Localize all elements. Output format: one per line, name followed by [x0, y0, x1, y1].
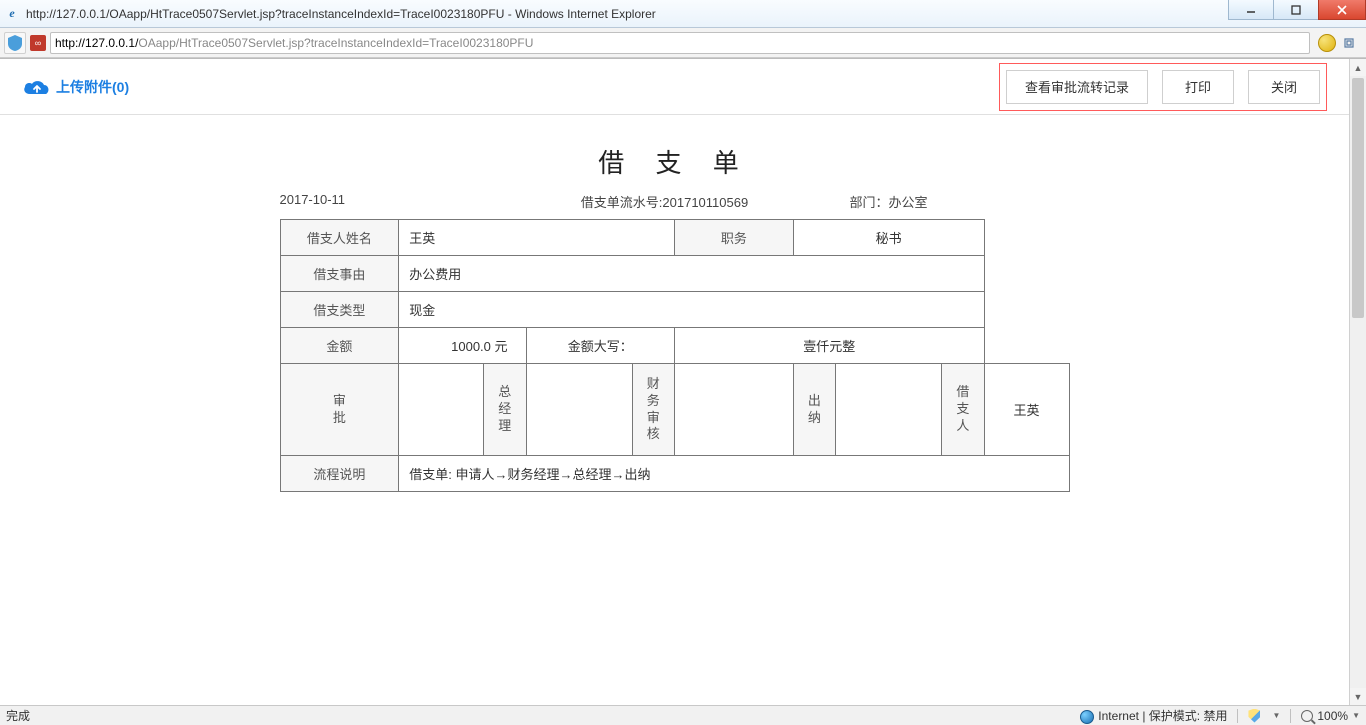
- address-bar: ∞ http://127.0.0.1/OAapp/HtTrace0507Serv…: [0, 28, 1366, 58]
- upload-label: 上传附件(0): [56, 77, 129, 97]
- separator: [1290, 709, 1291, 723]
- cloud-upload-icon: [22, 78, 48, 96]
- scroll-down-arrow[interactable]: ▼: [1350, 688, 1366, 705]
- value-reason: 办公费用: [399, 256, 984, 292]
- magnifier-icon: [1301, 710, 1313, 722]
- label-gm: 总经理: [484, 364, 526, 456]
- table-row: 审批 总经理 财务审核 出纳 借支人王英: [280, 364, 1069, 456]
- url-host: http://127.0.0.1/: [55, 36, 138, 50]
- label-flow: 流程说明: [280, 456, 399, 492]
- scroll-track[interactable]: [1350, 76, 1366, 688]
- form-container: 借 支 单 2017-10-11 借支单流水号:201710110569 部门：…: [0, 115, 1349, 675]
- zoom-control[interactable]: 100% ▼: [1301, 709, 1360, 723]
- table-row: 流程说明借支单: 申请人→财务经理→总经理→出纳: [280, 456, 1069, 492]
- maximize-button[interactable]: [1273, 0, 1319, 20]
- upload-attachment-link[interactable]: 上传附件(0): [22, 77, 129, 97]
- label-approval: 审批: [280, 364, 399, 456]
- window-title: http://127.0.0.1/OAapp/HtTrace0507Servle…: [26, 7, 656, 21]
- scroll-thumb[interactable]: [1352, 78, 1364, 318]
- form-meta-row: 2017-10-11 借支单流水号:201710110569 部门：办公室: [280, 190, 1070, 219]
- status-bar: 完成 Internet | 保护模式: 禁用 ▼ 100% ▼: [0, 705, 1366, 725]
- label-cashier: 出纳: [793, 364, 835, 456]
- zoom-value: 100%: [1317, 709, 1348, 723]
- url-input[interactable]: http://127.0.0.1/OAapp/HtTrace0507Servle…: [50, 32, 1310, 54]
- protected-mode-icon[interactable]: [1248, 709, 1260, 723]
- form-title: 借 支 单: [195, 135, 1155, 190]
- table-row: 借支事由 办公费用: [280, 256, 1069, 292]
- form-dept: 部门：办公室: [850, 192, 1070, 211]
- action-buttons-group: 查看审批流转记录 打印 关闭: [999, 63, 1327, 111]
- value-flow: 借支单: 申请人→财务经理→总经理→出纳: [399, 456, 1069, 492]
- globe-icon: [1080, 710, 1094, 724]
- status-zone-text: Internet | 保护模式: 禁用: [1098, 709, 1227, 723]
- ie-icon: e: [4, 6, 20, 22]
- label-amount: 金额: [280, 328, 399, 364]
- shield-icon: [6, 34, 24, 52]
- table-row: 借支人姓名 王英 职务 秘书: [280, 220, 1069, 256]
- table-row: 借支类型 现金: [280, 292, 1069, 328]
- vertical-scrollbar[interactable]: ▲ ▼: [1349, 59, 1366, 705]
- print-button[interactable]: 打印: [1162, 70, 1234, 104]
- url-path: OAapp/HtTrace0507Servlet.jsp?traceInstan…: [138, 36, 533, 50]
- status-right: Internet | 保护模式: 禁用 ▼ 100% ▼: [1080, 707, 1360, 724]
- scroll-up-arrow[interactable]: ▲: [1350, 59, 1366, 76]
- form-page: 借 支 单 2017-10-11 借支单流水号:201710110569 部门：…: [195, 135, 1155, 615]
- form-date: 2017-10-11: [280, 192, 480, 211]
- compat-icon[interactable]: [1318, 34, 1336, 52]
- window-controls: [1229, 0, 1366, 20]
- refresh-icon[interactable]: [1340, 34, 1358, 52]
- page-toolbar: 上传附件(0) 查看审批流转记录 打印 关闭: [0, 59, 1349, 115]
- dropdown-icon[interactable]: ▼: [1352, 711, 1360, 720]
- label-amount-caps: 金额大写：: [526, 328, 674, 364]
- back-button[interactable]: [4, 32, 26, 54]
- value-borrower-sign: 王英: [984, 364, 1069, 456]
- value-name: 王英: [399, 220, 675, 256]
- view-records-button[interactable]: 查看审批流转记录: [1006, 70, 1148, 104]
- label-borrower: 借支人: [942, 364, 984, 456]
- value-position: 秘书: [793, 220, 984, 256]
- separator: [1237, 709, 1238, 723]
- window-titlebar: e http://127.0.0.1/OAapp/HtTrace0507Serv…: [0, 0, 1366, 28]
- loan-form-table: 借支人姓名 王英 职务 秘书 借支事由 办公费用 借支类型 现金: [280, 219, 1070, 492]
- favicon: ∞: [30, 35, 46, 51]
- page-scroll: 上传附件(0) 查看审批流转记录 打印 关闭 借 支 单 2017-10-11 …: [0, 59, 1349, 705]
- status-zone: Internet | 保护模式: 禁用: [1080, 707, 1227, 724]
- value-type: 现金: [399, 292, 984, 328]
- label-type: 借支类型: [280, 292, 399, 328]
- viewport: 上传附件(0) 查看审批流转记录 打印 关闭 借 支 单 2017-10-11 …: [0, 58, 1366, 705]
- label-position: 职务: [674, 220, 793, 256]
- address-tools: [1314, 34, 1362, 52]
- form-serial: 借支单流水号:201710110569: [480, 192, 850, 211]
- value-amount-caps: 壹仟元整: [674, 328, 984, 364]
- table-row: 金额 1000.0 元 金额大写： 壹仟元整: [280, 328, 1069, 364]
- close-button[interactable]: [1318, 0, 1366, 20]
- label-reason: 借支事由: [280, 256, 399, 292]
- status-done: 完成: [6, 707, 30, 724]
- label-fin-audit: 财务审核: [632, 364, 674, 456]
- value-amount: 1000.0 元: [399, 328, 526, 364]
- dropdown-icon[interactable]: ▼: [1272, 711, 1280, 720]
- minimize-button[interactable]: [1228, 0, 1274, 20]
- label-name: 借支人姓名: [280, 220, 399, 256]
- close-form-button[interactable]: 关闭: [1248, 70, 1320, 104]
